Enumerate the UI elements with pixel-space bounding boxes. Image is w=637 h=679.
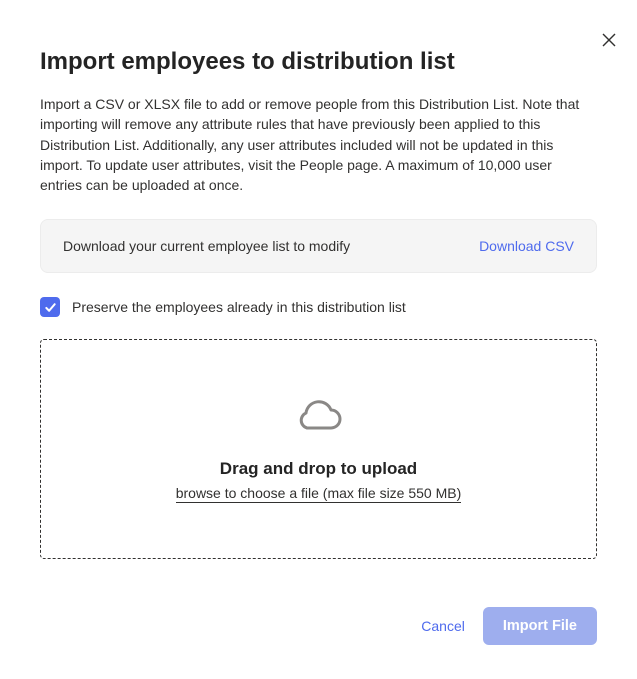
import-employees-dialog: Import employees to distribution list Im… <box>0 0 637 679</box>
download-banner-text: Download your current employee list to m… <box>63 238 350 254</box>
check-icon <box>44 301 57 314</box>
import-file-button[interactable]: Import File <box>483 607 597 645</box>
dialog-footer: Cancel Import File <box>421 607 597 645</box>
dropzone-title: Drag and drop to upload <box>220 459 417 479</box>
cloud-icon <box>295 396 343 439</box>
preserve-checkbox-row: Preserve the employees already in this d… <box>40 297 597 317</box>
close-icon <box>602 33 616 47</box>
dialog-title: Import employees to distribution list <box>40 48 597 76</box>
preserve-checkbox-label: Preserve the employees already in this d… <box>72 299 406 315</box>
preserve-checkbox[interactable] <box>40 297 60 317</box>
download-csv-link[interactable]: Download CSV <box>479 238 574 254</box>
dialog-description: Import a CSV or XLSX file to add or remo… <box>40 94 597 195</box>
upload-dropzone[interactable]: Drag and drop to upload browse to choose… <box>40 339 597 559</box>
download-banner: Download your current employee list to m… <box>40 219 597 273</box>
dropzone-subtext: browse to choose a file (max file size 5… <box>176 485 462 503</box>
close-button[interactable] <box>597 28 621 52</box>
cancel-button[interactable]: Cancel <box>421 618 465 634</box>
